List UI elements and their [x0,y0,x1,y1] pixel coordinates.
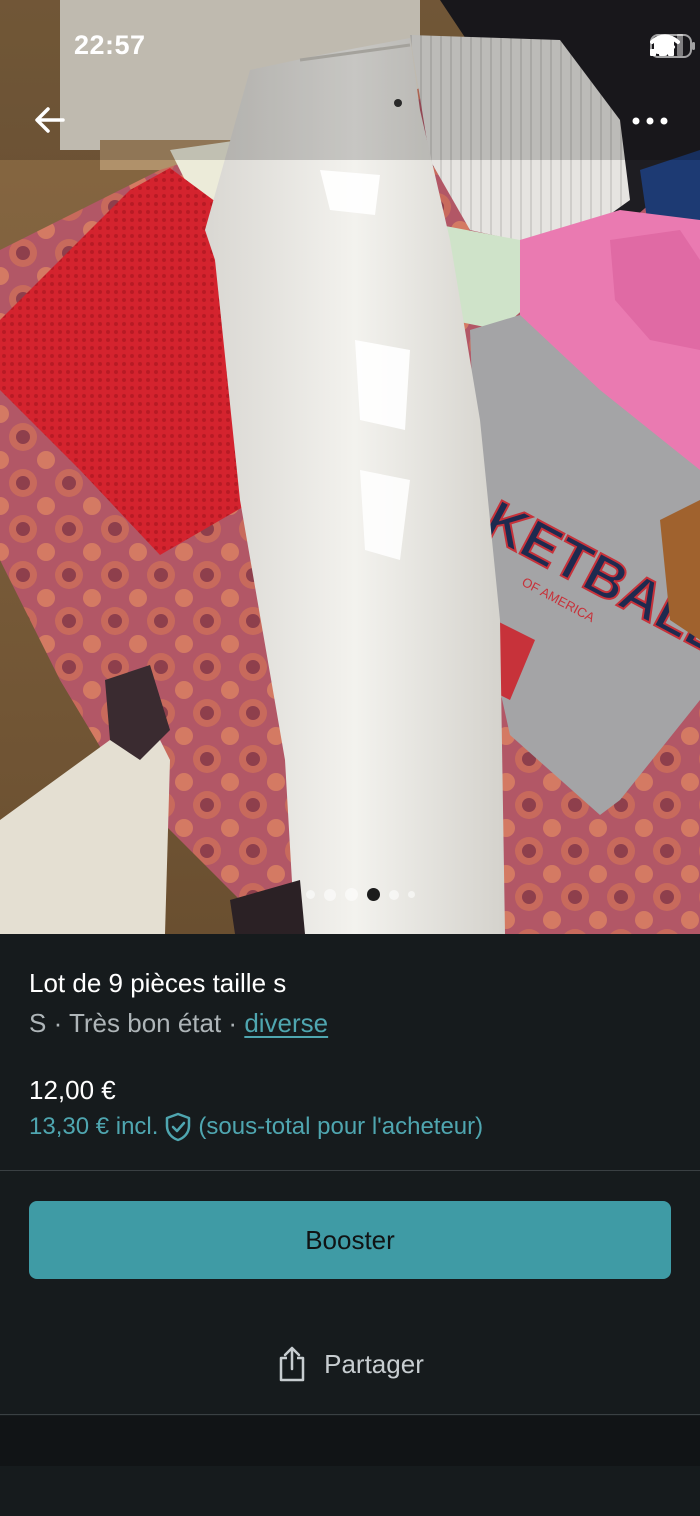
buyer-note: (sous-total pour l'acheteur) [198,1113,484,1140]
item-price: 12,00 € [29,1075,116,1105]
carousel-dot[interactable] [366,888,380,901]
buyer-price-row[interactable]: 13,30 € incl. (sous-total pour l'acheteu… [29,1112,483,1142]
item-photo[interactable]: KETBALL OF AMERICA 22:57 [0,0,700,934]
item-details: Lot de 9 pièces taille s S · Très bon ét… [0,934,700,1516]
shield-check-icon[interactable] [164,1112,192,1142]
buyer-price: 13,30 € incl. [29,1113,159,1140]
carousel-indicator[interactable] [0,888,700,901]
battery-icon [650,34,695,58]
item-title: Lot de 9 pièces taille s [29,968,287,998]
more-options-button[interactable] [628,106,672,136]
item-size-condition: S · Très bon état · [29,1008,245,1038]
share-icon [279,1346,305,1382]
carousel-dot[interactable] [344,888,358,901]
more-horizontal-icon [632,117,668,125]
category-link[interactable]: diverse [244,1008,328,1038]
share-label: Partager [324,1348,424,1379]
back-button[interactable] [30,100,70,140]
divider [0,1414,700,1415]
photo-illustration: KETBALL OF AMERICA [0,0,700,934]
status-bar: 22:57 [0,0,700,92]
boost-button[interactable]: Booster [29,1201,671,1279]
bottom-bar [0,1416,700,1466]
arrow-left-icon [35,107,65,133]
item-meta: S · Très bon état · diverse [29,1008,328,1039]
divider [0,1170,700,1171]
carousel-dot[interactable] [388,889,399,900]
carousel-dot[interactable] [407,891,415,898]
carousel-dot[interactable] [305,890,315,899]
carousel-dot[interactable] [323,888,336,901]
status-time: 22:57 [74,30,146,60]
share-button[interactable]: Partager [0,1334,700,1394]
